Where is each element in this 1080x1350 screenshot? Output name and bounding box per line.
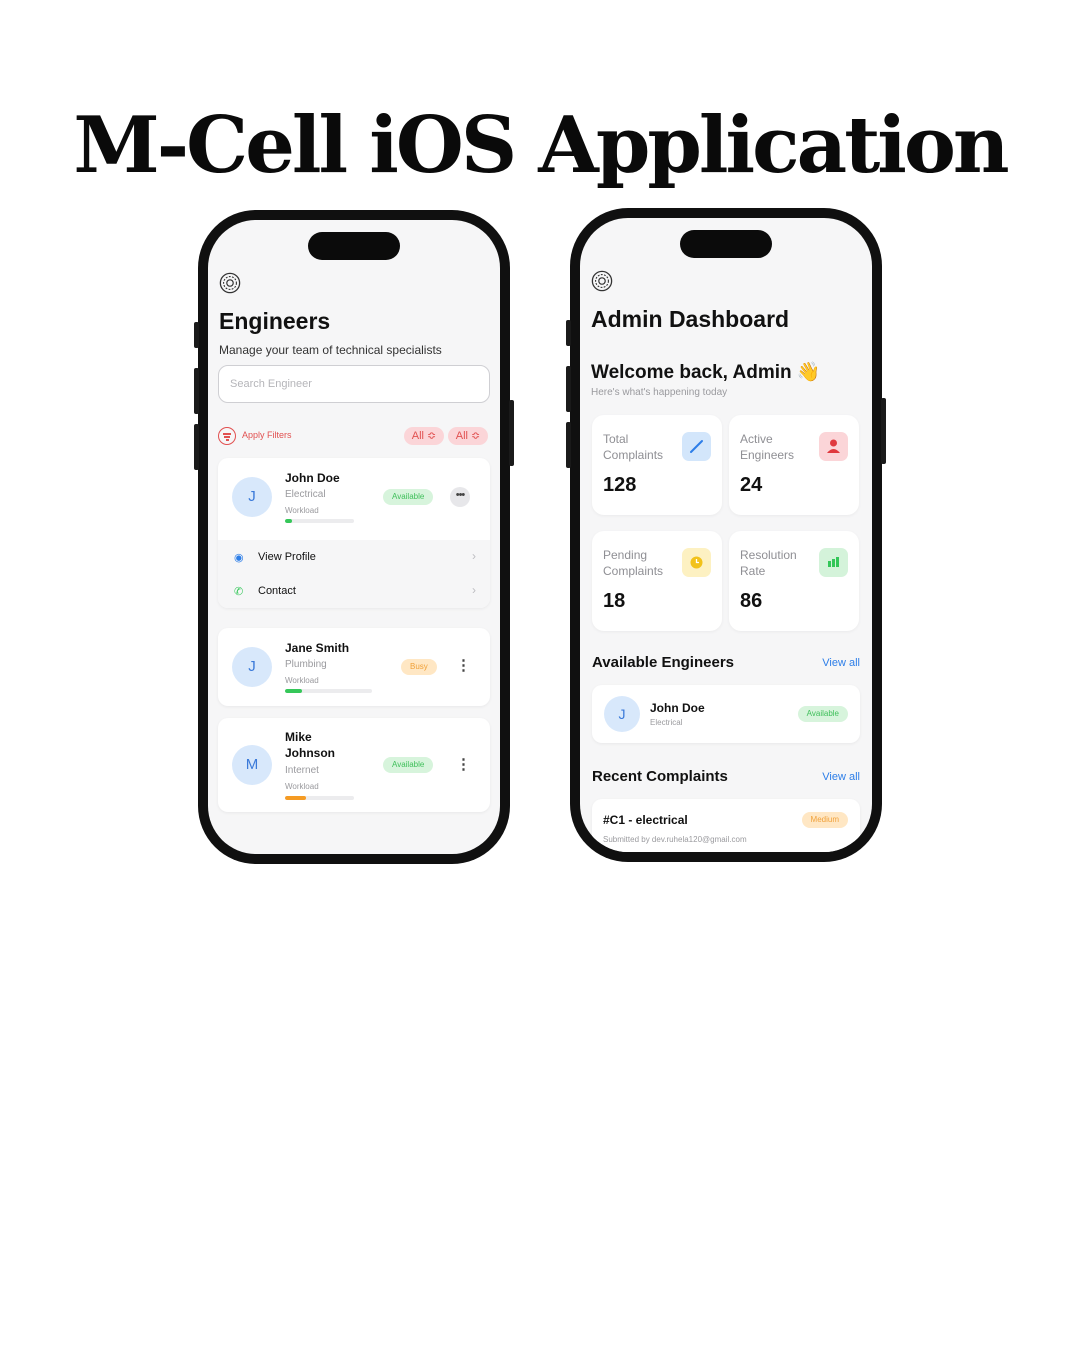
priority-badge: Medium <box>801 812 848 828</box>
avatar: J <box>232 647 272 687</box>
screen-title: Engineers <box>219 308 331 334</box>
engineers-screen: Engineers Manage your team of technical … <box>208 220 500 854</box>
available-engineer-row[interactable]: J John Doe Electrical Available <box>592 685 860 743</box>
stat-value: 128 <box>603 474 637 496</box>
phone-admin-dashboard: Admin Dashboard Welcome back, Admin 👋 He… <box>566 208 886 862</box>
engineer-name: John Doe <box>285 471 340 485</box>
avatar: J <box>232 477 272 517</box>
clock-icon <box>682 548 711 577</box>
admin-screen: Admin Dashboard Welcome back, Admin 👋 He… <box>580 218 872 852</box>
screen-title: Admin Dashboard <box>591 306 790 332</box>
workload-label: Workload <box>285 676 319 685</box>
engineer-specialty: Electrical <box>650 718 683 727</box>
specialty-filter-select[interactable]: All ≎ <box>404 427 444 445</box>
engineer-card[interactable]: J John Doe Electrical Workload Available… <box>218 458 490 608</box>
power-button <box>881 398 886 464</box>
engineer-specialty: Electrical <box>285 489 326 500</box>
engineer-name: Jane Smith <box>285 641 350 655</box>
workload-label: Workload <box>285 782 319 791</box>
person-icon <box>819 432 848 461</box>
complaint-id: #C1 - electrical <box>603 813 688 827</box>
dynamic-island <box>308 232 400 260</box>
welcome-heading: Welcome back, Admin 👋 <box>591 362 821 383</box>
app-logo-icon <box>219 272 241 294</box>
engineer-specialty: Internet <box>285 765 319 776</box>
stat-card-pending-complaints[interactable]: Pending Complaints 18 <box>592 531 722 631</box>
workload-bar <box>285 519 354 523</box>
power-button <box>509 400 514 466</box>
volume-down-button <box>194 424 199 470</box>
stat-label: Active Engineers <box>740 432 795 462</box>
contact-label: Contact <box>258 585 296 597</box>
mute-switch <box>566 320 571 346</box>
filter-bar: Apply Filters All ≎ All ≎ <box>218 426 490 446</box>
view-all-engineers-link[interactable]: View all <box>822 657 860 669</box>
complaint-card[interactable]: #C1 - electrical Submitted by dev.ruhela… <box>592 799 860 852</box>
engineer-name-first: Mike <box>285 730 312 744</box>
chevron-right-icon: › <box>472 549 476 563</box>
engineer-specialty: Plumbing <box>285 659 327 670</box>
workload-bar <box>285 796 354 800</box>
kebab-menu-button[interactable]: ⋮ <box>456 757 471 772</box>
app-logo-icon <box>591 270 613 292</box>
avatar: J <box>604 696 640 732</box>
chart-icon <box>819 548 848 577</box>
avatar: M <box>232 745 272 785</box>
apply-filters-button[interactable]: Apply Filters <box>242 430 292 440</box>
dynamic-island <box>680 230 772 258</box>
complaint-submitter: Submitted by dev.ruhela120@gmail.com <box>603 835 747 844</box>
workload-bar-fill <box>285 689 303 693</box>
screen-subtitle: Manage your team of technical specialist… <box>219 343 442 357</box>
engineer-name-last: Johnson <box>285 746 335 760</box>
page-title: M-Cell iOS Application <box>73 100 1009 191</box>
status-badge: Available <box>383 489 434 505</box>
workload-bar-fill <box>285 796 306 800</box>
recent-complaints-title: Recent Complaints <box>592 768 728 785</box>
volume-up-button <box>194 368 199 414</box>
search-box <box>218 365 490 403</box>
stat-label: Resolution Rate <box>740 548 797 578</box>
phone-engineers: Engineers Manage your team of technical … <box>194 210 514 864</box>
kebab-menu-button[interactable]: ⋮ <box>456 658 471 673</box>
stat-card-total-complaints[interactable]: Total Complaints 128 <box>592 415 722 515</box>
stat-label: Pending Complaints <box>603 548 664 578</box>
engineer-card[interactable]: M Mike Johnson Internet Workload Availab… <box>218 718 490 812</box>
available-engineers-title: Available Engineers <box>592 654 735 671</box>
eye-icon: ◉ <box>234 552 244 564</box>
view-profile-row[interactable]: ◉ View Profile › <box>218 540 490 574</box>
stat-card-active-engineers[interactable]: Active Engineers 24 <box>729 415 859 515</box>
stat-label: Total Complaints <box>603 432 664 462</box>
filter-icon[interactable] <box>218 427 236 445</box>
stat-value: 86 <box>740 590 763 612</box>
status-badge: Busy <box>401 659 437 675</box>
engineer-name: John Doe <box>650 701 705 715</box>
stat-value: 24 <box>740 474 763 496</box>
more-options-button[interactable]: ••• <box>450 487 470 507</box>
stat-value: 18 <box>603 590 626 612</box>
view-profile-label: View Profile <box>258 551 316 563</box>
pencil-icon <box>682 432 711 461</box>
status-filter-select[interactable]: All ≎ <box>448 427 488 445</box>
search-input[interactable] <box>219 366 489 402</box>
workload-bar <box>285 689 372 693</box>
volume-down-button <box>566 422 571 468</box>
view-all-complaints-link[interactable]: View all <box>822 771 860 783</box>
chevron-right-icon: › <box>472 583 476 597</box>
status-badge: Available <box>797 706 848 722</box>
status-badge: Available <box>383 757 434 773</box>
stat-card-resolution-rate[interactable]: Resolution Rate 86 <box>729 531 859 631</box>
engineer-card[interactable]: J Jane Smith Plumbing Workload Busy ⋮ <box>218 628 490 706</box>
contact-row[interactable]: ✆ Contact › <box>218 574 490 608</box>
welcome-subtitle: Here's what's happening today <box>591 387 728 398</box>
workload-bar-fill <box>285 519 292 523</box>
volume-up-button <box>566 366 571 412</box>
phone-icon: ✆ <box>234 586 244 598</box>
workload-label: Workload <box>285 506 319 515</box>
mute-switch <box>194 322 199 348</box>
